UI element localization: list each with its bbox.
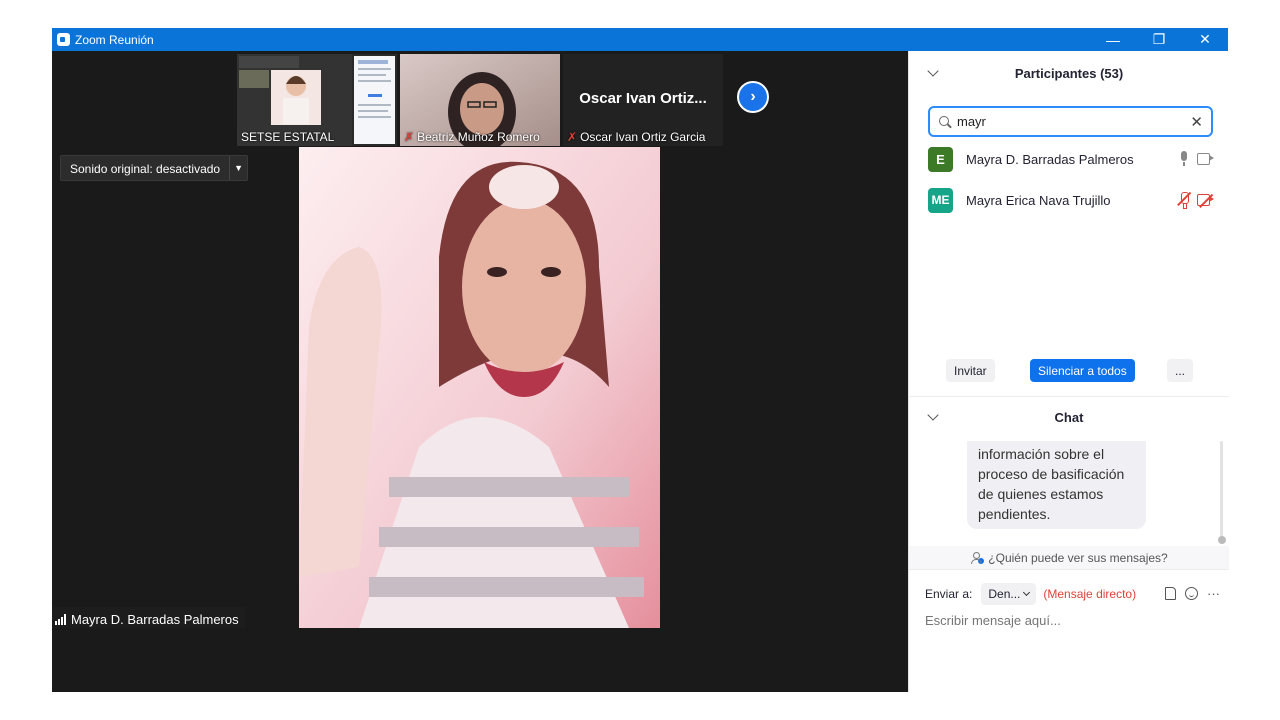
side-panel: Participantes (53) ✕ E Mayra D. Barradas… xyxy=(908,51,1229,692)
microphone-muted-icon[interactable] xyxy=(1177,191,1191,209)
connection-signal-icon xyxy=(55,613,66,625)
chevron-down-icon[interactable] xyxy=(927,65,939,77)
participant-status-icons xyxy=(1177,191,1214,209)
participant-name-card: Oscar Ivan Ortiz... xyxy=(579,90,707,107)
chat-scroll-thumb[interactable] xyxy=(1218,536,1226,544)
window-controls: — ❐ ✕ xyxy=(1090,28,1228,51)
chevron-down-icon[interactable] xyxy=(927,409,939,421)
mic-muted-icon: ✗ xyxy=(567,130,578,144)
participant-name: Mayra Erica Nava Trujillo xyxy=(966,192,1111,208)
file-icon[interactable] xyxy=(1165,587,1176,600)
panel-divider xyxy=(909,396,1229,397)
caret-down-icon[interactable]: ▼ xyxy=(229,156,247,180)
participant-search-input[interactable] xyxy=(957,114,1182,129)
chevron-down-icon xyxy=(1023,588,1031,597)
original-sound-dropdown[interactable]: Sonido original: desactivado ▼ xyxy=(60,155,249,181)
thumbnail-setse-estatal[interactable]: SETSE ESTATAL xyxy=(237,54,397,146)
participant-status-icons xyxy=(1179,151,1214,166)
more-options-button[interactable]: ... xyxy=(1167,359,1194,382)
chat-tools: ··· xyxy=(1165,586,1220,601)
avatar: ME xyxy=(928,187,953,213)
thumbnail-label: ✗ Beatriz Muñoz Romero xyxy=(404,130,540,144)
thumbnail-beatriz[interactable]: ✗ Beatriz Muñoz Romero xyxy=(400,54,560,146)
window-title: Zoom Reunión xyxy=(75,32,154,47)
zoom-window: Zoom Reunión — ❐ ✕ SETSE ESTATAL ✗ Beatr… xyxy=(52,28,1229,692)
chat-message-line: pendientes. xyxy=(978,506,1051,522)
thumbnail-label: ✗ Oscar Ivan Ortiz Garcia xyxy=(567,130,706,144)
chat-message-line: proceso de basificación xyxy=(978,466,1125,482)
video-off-icon[interactable] xyxy=(1197,193,1214,208)
recipient-dropdown[interactable]: Den... xyxy=(981,583,1037,605)
who-can-see-messages[interactable]: ¿Quién puede ver sus mensajes? xyxy=(909,546,1229,570)
close-button[interactable]: ✕ xyxy=(1182,28,1228,51)
active-speaker-label: Mayra D. Barradas Palmeros xyxy=(52,607,245,628)
thumbnail-oscar[interactable]: Oscar Ivan Ortiz... ✗ Oscar Ivan Ortiz Ga… xyxy=(563,54,723,146)
send-to-row: Enviar a: Den... (Mensaje directo) ··· xyxy=(925,583,1220,605)
video-camera-icon[interactable] xyxy=(1197,153,1214,165)
active-speaker-video xyxy=(299,147,660,628)
restore-button[interactable]: ❐ xyxy=(1136,28,1182,51)
send-to-label: Enviar a: xyxy=(925,587,973,601)
chat-message-line: información sobre el xyxy=(978,446,1105,462)
participants-title: Participantes (53) xyxy=(1014,65,1124,81)
chat-message-line: de quienes estamos xyxy=(978,486,1104,502)
participant-row[interactable]: ME Mayra Erica Nava Trujillo xyxy=(928,187,1218,213)
mute-all-button[interactable]: Silenciar a todos xyxy=(1030,359,1135,382)
person-info-icon xyxy=(970,551,985,564)
clear-search-icon[interactable]: ✕ xyxy=(1190,113,1203,131)
participant-search-box[interactable]: ✕ xyxy=(928,106,1213,137)
title-bar: Zoom Reunión — ❐ ✕ xyxy=(52,28,1228,51)
minimize-button[interactable]: — xyxy=(1090,28,1136,51)
mic-muted-icon: ✗ xyxy=(404,130,415,144)
microphone-icon[interactable] xyxy=(1179,151,1189,166)
meeting-area: SETSE ESTATAL ✗ Beatriz Muñoz Romero Osca… xyxy=(52,51,908,692)
chat-message-input[interactable] xyxy=(925,613,1215,628)
invite-button[interactable]: Invitar xyxy=(946,359,995,382)
direct-message-tag: (Mensaje directo) xyxy=(1043,587,1137,601)
chat-message-bubble: información sobre el proceso de basifica… xyxy=(967,441,1146,529)
participants-header: Participantes (53) xyxy=(909,51,1229,95)
participant-row[interactable]: E Mayra D. Barradas Palmeros xyxy=(928,146,1218,172)
recipient-value: Den... xyxy=(988,587,1021,601)
zoom-app-icon xyxy=(57,33,70,46)
chat-scrollbar[interactable] xyxy=(1220,441,1223,541)
search-icon xyxy=(939,115,951,128)
thumbnail-label: SETSE ESTATAL xyxy=(241,130,335,144)
chevron-right-icon: › xyxy=(750,88,756,105)
more-icon[interactable]: ··· xyxy=(1207,586,1220,601)
who-can-see-label: ¿Quién puede ver sus mensajes? xyxy=(988,550,1168,565)
chat-title: Chat xyxy=(1054,409,1084,425)
participant-name: Mayra D. Barradas Palmeros xyxy=(966,151,1134,167)
next-page-button[interactable]: › xyxy=(737,81,769,113)
original-sound-label: Sonido original: desactivado xyxy=(70,162,221,176)
speaker-video-feed xyxy=(299,147,660,628)
avatar: E xyxy=(928,146,953,172)
emoji-icon[interactable] xyxy=(1185,587,1198,600)
thumbnail-strip: SETSE ESTATAL ✗ Beatriz Muñoz Romero Osca… xyxy=(52,51,908,146)
speaker-name: Mayra D. Barradas Palmeros xyxy=(71,611,239,627)
chat-header: Chat xyxy=(909,398,1229,436)
